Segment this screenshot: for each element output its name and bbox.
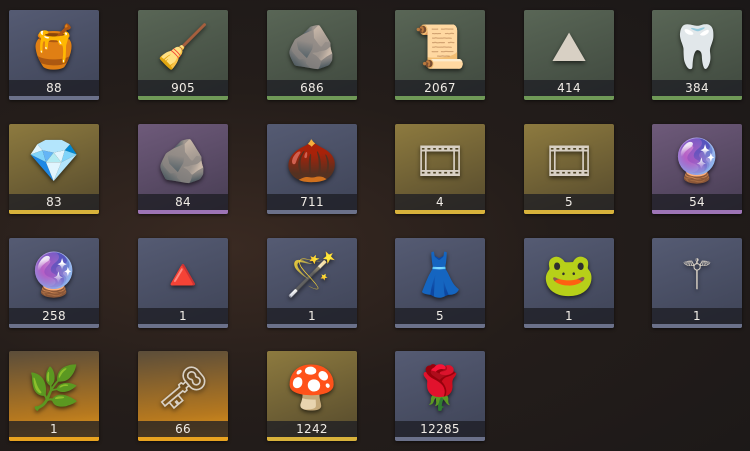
portrait-card-icon: 🎞 <box>542 136 596 185</box>
rarity-bar <box>652 324 742 328</box>
item-quantity: 258 <box>9 308 99 324</box>
inventory-slot[interactable]: 🔮 54 <box>652 124 742 214</box>
item-quantity: 686 <box>267 80 357 96</box>
inventory-slot[interactable]: 🍯 88 <box>9 10 99 100</box>
item-quantity: 1 <box>138 308 228 324</box>
rarity-bar <box>652 96 742 100</box>
rarity-bar <box>395 96 485 100</box>
rarity-bar <box>395 437 485 441</box>
item-quantity: 1 <box>524 308 614 324</box>
inventory-slot[interactable]: 🪨 686 <box>267 10 357 100</box>
item-quantity: 1 <box>267 308 357 324</box>
vine-wreath-icon: 🌿 <box>27 363 81 412</box>
inventory-grid: 🍯 88 🧹 905 🪨 686 📜 2067 ⛰ 414 🦷 384 💎 83 🪨 84 🌰 711 🎞 4 🎞 5 🔮 5… <box>0 0 750 451</box>
rose-spiral-icon: 🌹 <box>413 363 467 412</box>
inventory-slot[interactable]: 👗 5 <box>395 238 485 328</box>
inventory-slot[interactable]: 🎞 4 <box>395 124 485 214</box>
inventory-slot[interactable]: 🔮 258 <box>9 238 99 328</box>
rarity-bar <box>267 96 357 100</box>
inventory-slot[interactable]: 🍄 1242 <box>267 351 357 441</box>
inventory-slot[interactable]: 🗝 66 <box>138 351 228 441</box>
rarity-bar <box>9 324 99 328</box>
rarity-bar <box>9 210 99 214</box>
rarity-bar <box>138 324 228 328</box>
rarity-bar <box>9 96 99 100</box>
inventory-slot[interactable]: 🧹 905 <box>138 10 228 100</box>
inventory-slot[interactable]: 🌰 711 <box>267 124 357 214</box>
totem-ornament-icon: 🔺 <box>156 250 210 299</box>
item-quantity: 1242 <box>267 421 357 437</box>
inventory-slot[interactable]: ⚚ 1 <box>652 238 742 328</box>
rarity-bar <box>267 437 357 441</box>
glass-orb-icon: 🔮 <box>27 250 81 299</box>
rarity-bar <box>395 210 485 214</box>
item-quantity: 905 <box>138 80 228 96</box>
item-quantity: 84 <box>138 194 228 210</box>
rarity-bar <box>652 210 742 214</box>
inventory-slot[interactable]: 🦷 384 <box>652 10 742 100</box>
item-quantity: 88 <box>9 80 99 96</box>
magic-wand-icon: 🪄 <box>285 250 339 299</box>
fungus-cluster-icon: 🍄 <box>285 363 339 412</box>
item-quantity: 54 <box>652 194 742 210</box>
inventory-slot[interactable]: 🪄 1 <box>267 238 357 328</box>
inventory-slot[interactable]: 🌿 1 <box>9 351 99 441</box>
rarity-bar <box>267 324 357 328</box>
seed-shell-icon: 🌰 <box>285 136 339 185</box>
inventory-slot[interactable]: 🔺 1 <box>138 238 228 328</box>
item-quantity: 2067 <box>395 80 485 96</box>
inventory-slot[interactable]: 💎 83 <box>9 124 99 214</box>
rarity-bar <box>9 437 99 441</box>
amber-ore-icon: 🪨 <box>156 136 210 185</box>
honey-jar-icon: 🍯 <box>27 22 81 71</box>
item-quantity: 1 <box>652 308 742 324</box>
inventory-slot[interactable]: 🪨 84 <box>138 124 228 214</box>
inventory-slot[interactable]: ⛰ 414 <box>524 10 614 100</box>
golden-scepter-icon: ⚚ <box>678 250 716 299</box>
rarity-bar <box>138 210 228 214</box>
rarity-bar <box>524 324 614 328</box>
tooth-locket-icon: 🦷 <box>670 22 724 71</box>
inventory-slot[interactable]: 🐸 1 <box>524 238 614 328</box>
rarity-bar <box>267 210 357 214</box>
item-quantity: 12285 <box>395 421 485 437</box>
portrait-card-icon: 🎞 <box>413 136 467 185</box>
rarity-bar <box>395 324 485 328</box>
rarity-bar <box>138 96 228 100</box>
rarity-bar <box>524 210 614 214</box>
frog-prince-icon: 🐸 <box>542 250 596 299</box>
inventory-slot[interactable]: 🎞 5 <box>524 124 614 214</box>
crystal-cluster-icon: 💎 <box>27 136 81 185</box>
broom-icon: 🧹 <box>156 22 210 71</box>
item-quantity: 4 <box>395 194 485 210</box>
dress-icon: 👗 <box>413 250 467 299</box>
item-quantity: 384 <box>652 80 742 96</box>
silver-ore-icon: 🪨 <box>285 22 339 71</box>
map-scroll-icon: 📜 <box>413 22 467 71</box>
inventory-slot[interactable]: 🌹 12285 <box>395 351 485 441</box>
item-quantity: 66 <box>138 421 228 437</box>
item-quantity: 414 <box>524 80 614 96</box>
rarity-bar <box>524 96 614 100</box>
item-quantity: 5 <box>524 194 614 210</box>
item-quantity: 1 <box>9 421 99 437</box>
item-quantity: 5 <box>395 308 485 324</box>
salt-pile-icon: ⛰ <box>551 22 587 71</box>
item-quantity: 711 <box>267 194 357 210</box>
silver-key-icon: 🗝 <box>156 363 210 412</box>
item-quantity: 83 <box>9 194 99 210</box>
rarity-bar <box>138 437 228 441</box>
inventory-slot[interactable]: 📜 2067 <box>395 10 485 100</box>
heart-orb-icon: 🔮 <box>670 136 724 185</box>
